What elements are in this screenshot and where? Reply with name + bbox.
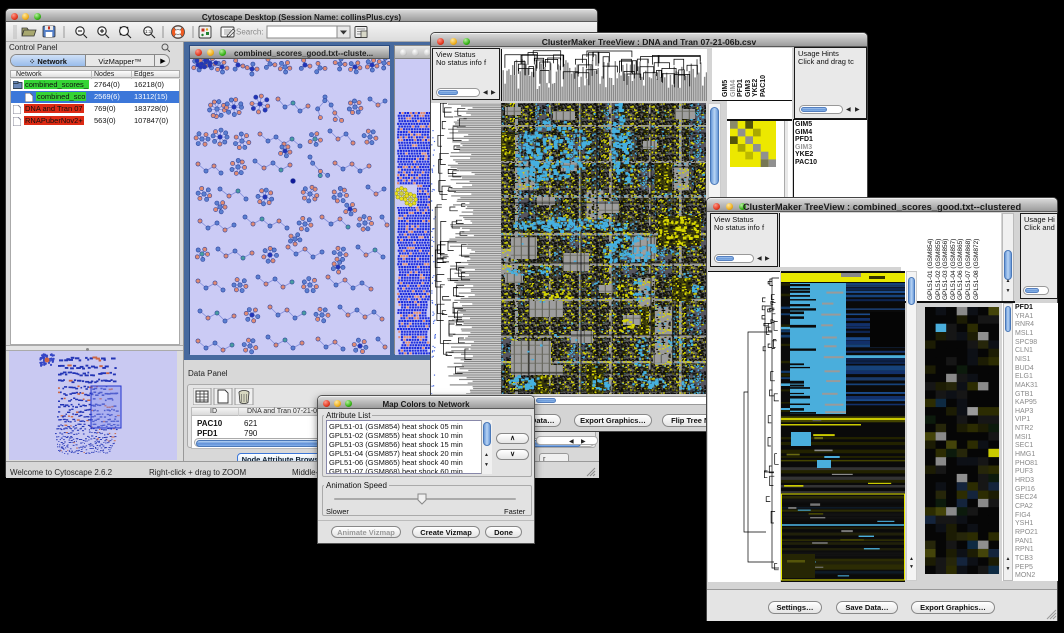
- svg-text:Search:: Search:: [236, 28, 264, 37]
- svg-text:1:1: 1:1: [145, 29, 152, 34]
